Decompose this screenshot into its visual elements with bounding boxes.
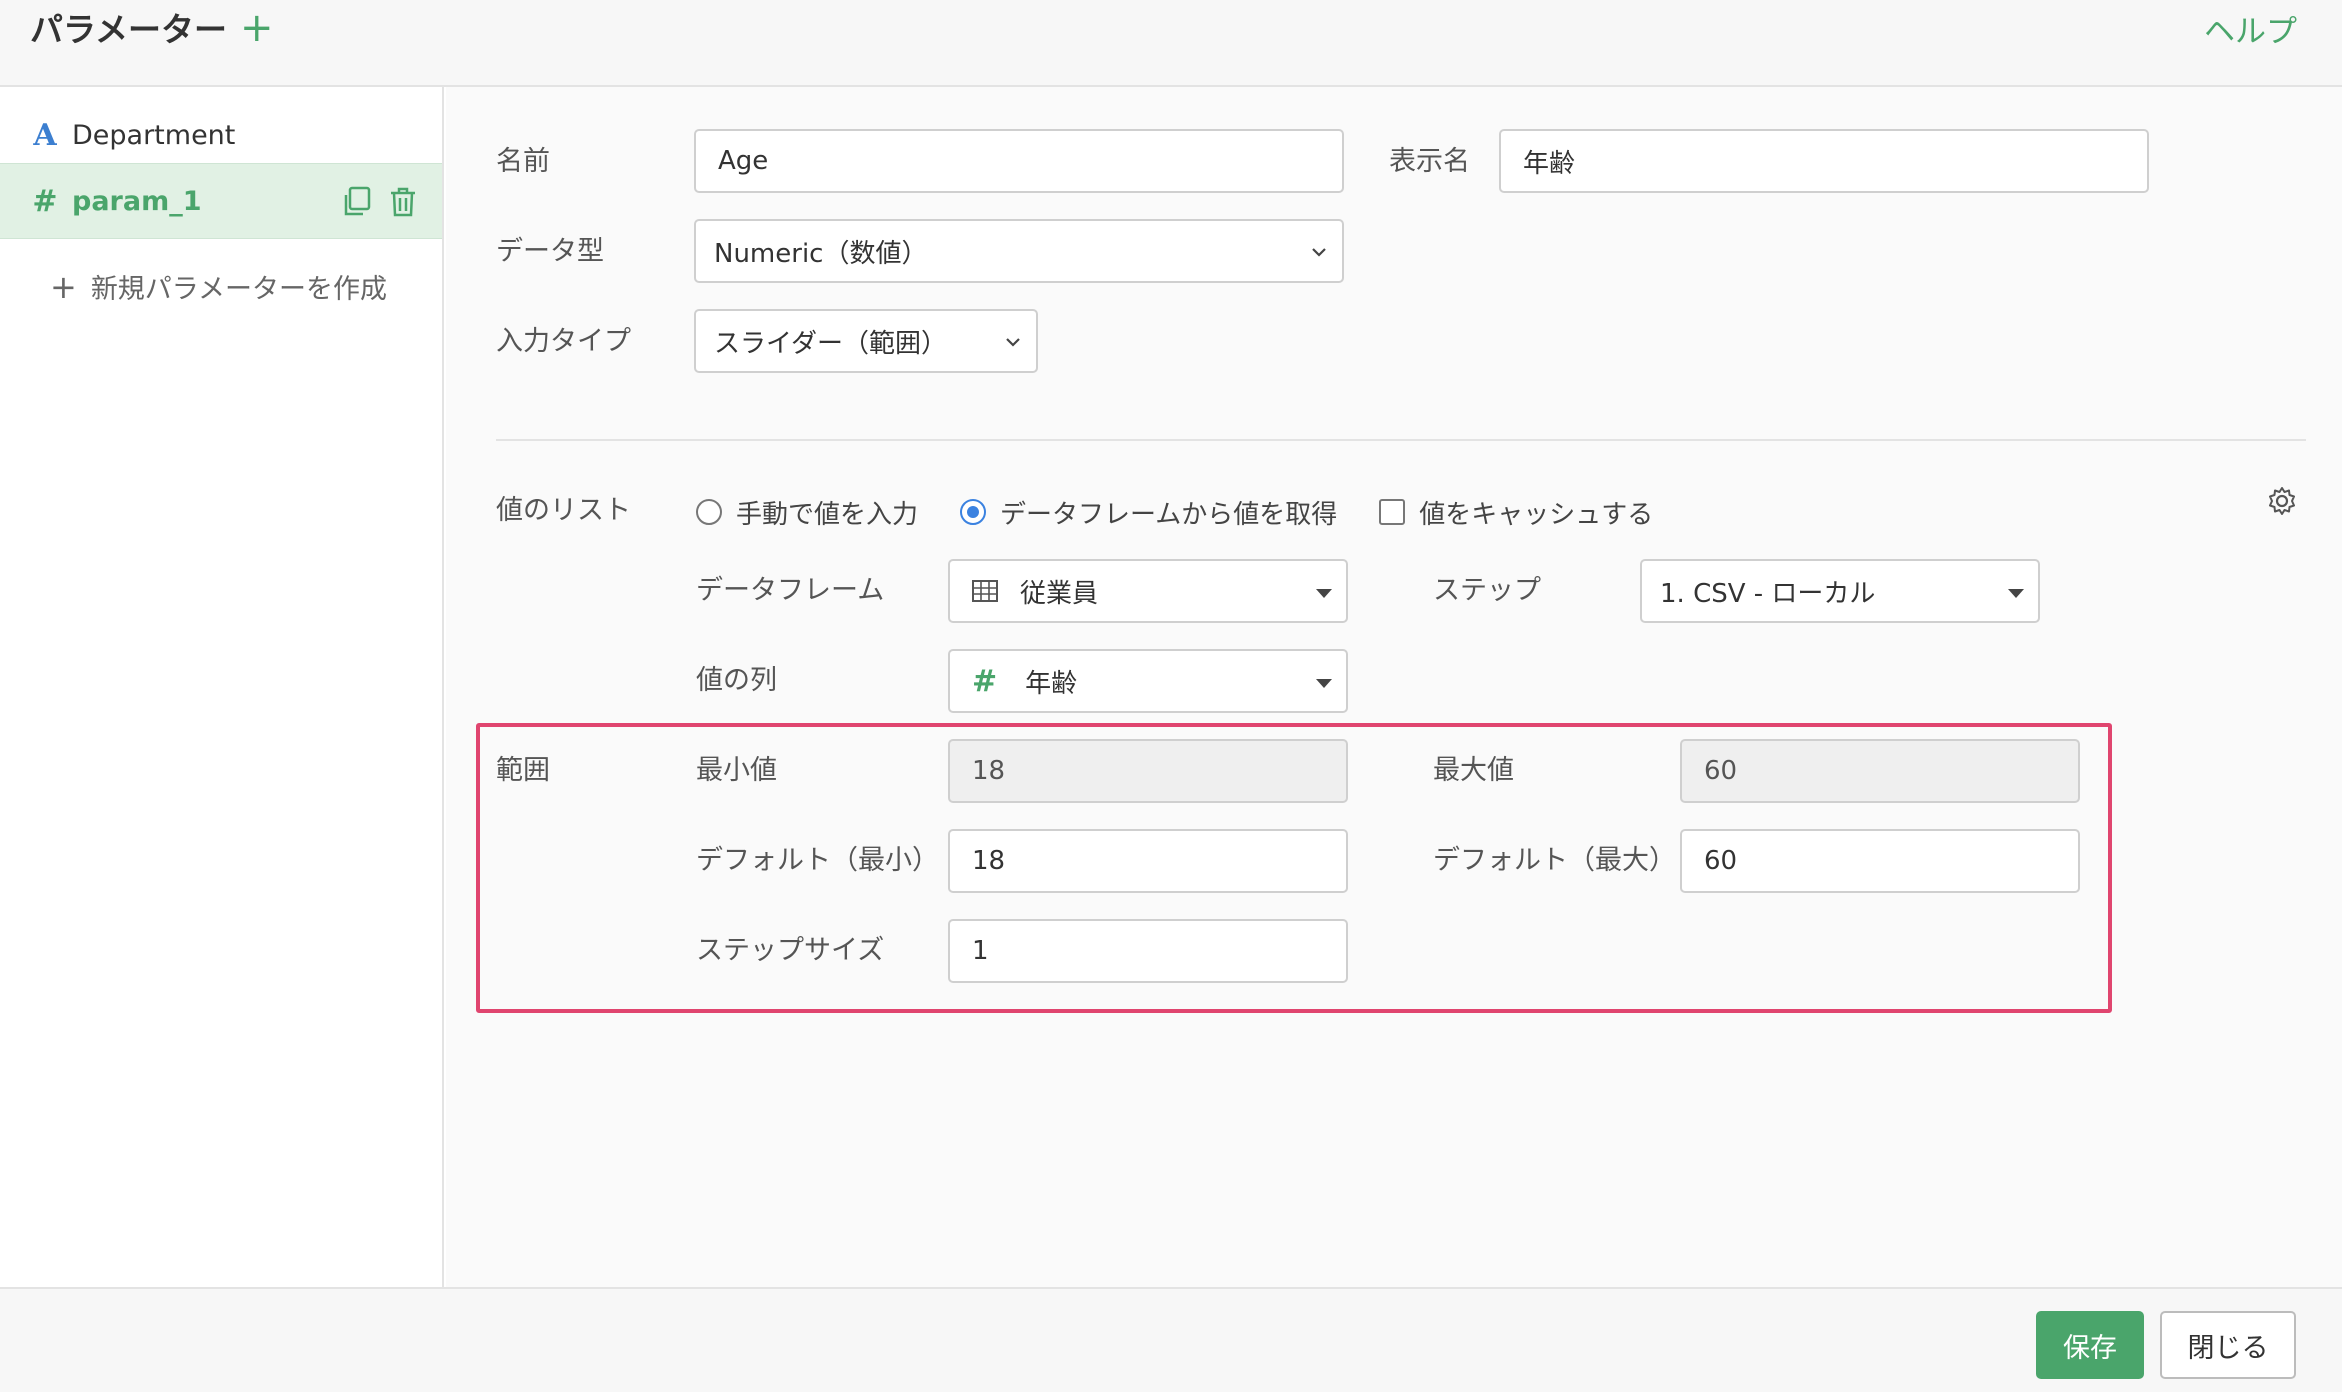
step-size-label: ステップサイズ bbox=[696, 935, 885, 966]
display-name-input[interactable]: 年齢 bbox=[1499, 129, 2149, 193]
default-min-value: 18 bbox=[972, 846, 1006, 876]
value-column-value: 年齢 bbox=[1025, 668, 1078, 699]
cache-values-label: 値をキャッシュする bbox=[1419, 499, 1654, 530]
data-type-select[interactable]: Numeric（数値） bbox=[694, 219, 1344, 283]
default-max-value: 60 bbox=[1704, 846, 1738, 876]
sidebar-item-label: param_1 bbox=[72, 185, 202, 217]
dataframe-value: 従業員 bbox=[1020, 578, 1099, 609]
sidebar-item-department[interactable]: A Department bbox=[0, 97, 442, 173]
text-type-icon: A bbox=[33, 117, 57, 153]
value-source-options: 手動で値を入力 データフレームから値を取得 値をキャッシュする bbox=[696, 492, 1695, 532]
min-value-input: 18 bbox=[948, 739, 1348, 803]
help-link[interactable]: ヘルプ bbox=[2204, 10, 2297, 54]
chevron-down-icon bbox=[1312, 248, 1326, 257]
data-type-label: データ型 bbox=[496, 236, 604, 267]
parameter-dialog: パラメーター + ヘルプ A Department # param_1 + 新規パ… bbox=[0, 0, 2342, 1392]
max-value: 60 bbox=[1704, 756, 1738, 786]
gear-icon[interactable] bbox=[2266, 485, 2298, 517]
step-size-input[interactable]: 1 bbox=[948, 919, 1348, 983]
min-label: 最小値 bbox=[696, 755, 777, 786]
parameter-list-sidebar: A Department # param_1 + 新規パラメーターを作成 bbox=[0, 87, 444, 1287]
plus-icon: + bbox=[50, 268, 77, 306]
trash-icon[interactable] bbox=[388, 186, 418, 218]
manual-input-label: 手動で値を入力 bbox=[736, 499, 919, 530]
display-name-value: 年齢 bbox=[1523, 148, 1576, 179]
parameter-form: 名前 Age 表示名 年齢 データ型 Numeric（数値） 入力タイプ スライ… bbox=[446, 87, 2342, 1287]
default-min-label: デフォルト（最小） bbox=[696, 845, 939, 876]
save-button[interactable]: 保存 bbox=[2036, 1311, 2144, 1379]
new-parameter-button[interactable]: + 新規パラメーターを作成 bbox=[50, 267, 387, 306]
default-max-label: デフォルト（最大） bbox=[1433, 845, 1676, 876]
numeric-type-icon: # bbox=[972, 663, 998, 699]
new-parameter-label: 新規パラメーターを作成 bbox=[90, 274, 388, 305]
input-type-label: 入力タイプ bbox=[496, 326, 631, 357]
dataframe-label: データフレーム bbox=[696, 575, 885, 606]
value-list-label: 値のリスト bbox=[496, 495, 631, 526]
close-button[interactable]: 閉じる bbox=[2160, 1311, 2296, 1379]
step-label: ステップ bbox=[1433, 575, 1541, 606]
value-column-label: 値の列 bbox=[696, 665, 777, 696]
chevron-down-icon bbox=[1006, 338, 1020, 347]
manual-input-radio[interactable] bbox=[696, 499, 722, 525]
default-min-input[interactable]: 18 bbox=[948, 829, 1348, 893]
step-size-value: 1 bbox=[972, 936, 989, 966]
max-value-input: 60 bbox=[1680, 739, 2080, 803]
section-divider bbox=[496, 439, 2306, 441]
dataframe-select[interactable]: 従業員 bbox=[948, 559, 1348, 623]
caret-down-icon bbox=[2008, 589, 2024, 598]
dataframe-option-label: データフレームから値を取得 bbox=[1000, 499, 1338, 530]
step-value: 1. CSV - ローカル bbox=[1660, 578, 1876, 609]
caret-down-icon bbox=[1316, 679, 1332, 688]
name-input[interactable]: Age bbox=[694, 129, 1344, 193]
input-type-value: スライダー（範囲） bbox=[714, 328, 947, 359]
range-label: 範囲 bbox=[496, 755, 550, 786]
display-name-label: 表示名 bbox=[1389, 146, 1470, 177]
dialog-footer: 保存 閉じる bbox=[0, 1287, 2342, 1392]
data-type-value: Numeric（数値） bbox=[714, 238, 928, 269]
copy-icon[interactable] bbox=[342, 186, 372, 218]
sidebar-item-label: Department bbox=[72, 119, 236, 151]
value-column-select[interactable]: # 年齢 bbox=[948, 649, 1348, 713]
dialog-header: パラメーター + ヘルプ bbox=[0, 0, 2342, 87]
dataframe-radio[interactable] bbox=[960, 499, 987, 525]
table-icon bbox=[972, 580, 998, 602]
step-select[interactable]: 1. CSV - ローカル bbox=[1640, 559, 2040, 623]
max-label: 最大値 bbox=[1433, 755, 1514, 786]
cache-values-checkbox[interactable] bbox=[1379, 499, 1406, 525]
dialog-title: パラメーター bbox=[30, 10, 228, 49]
caret-down-icon bbox=[1316, 589, 1332, 598]
name-label: 名前 bbox=[496, 146, 550, 177]
numeric-type-icon: # bbox=[32, 183, 58, 219]
sidebar-item-param-1[interactable]: # param_1 bbox=[0, 163, 442, 239]
default-max-input[interactable]: 60 bbox=[1680, 829, 2080, 893]
input-type-select[interactable]: スライダー（範囲） bbox=[694, 309, 1038, 373]
add-parameter-icon[interactable]: + bbox=[240, 6, 274, 50]
min-value: 18 bbox=[972, 756, 1006, 786]
name-value: Age bbox=[718, 146, 769, 176]
